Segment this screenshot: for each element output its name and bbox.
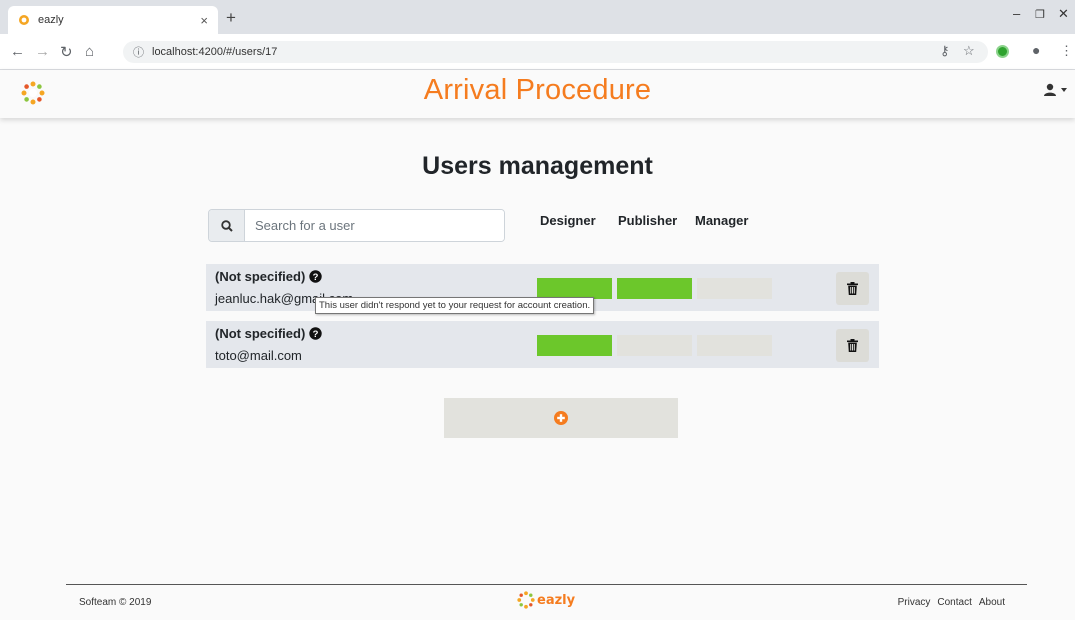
user-name-text: (Not specified) (215, 269, 306, 284)
user-name-text: (Not specified) (215, 326, 306, 341)
footer-links: Privacy Contact About (898, 597, 1005, 608)
user-search (208, 209, 505, 242)
eazly-favicon-icon (19, 15, 29, 25)
add-user-button[interactable] (444, 398, 678, 438)
question-circle-icon[interactable]: ? (309, 327, 322, 340)
browser-tab-bar: eazly × + – ❐ ✕ (0, 0, 1075, 34)
browser-tab[interactable]: eazly × (8, 6, 218, 34)
app-title: Arrival Procedure (423, 74, 652, 106)
footer-divider (66, 584, 1027, 585)
column-header-publisher: Publisher (618, 213, 678, 228)
role-toggle-manager[interactable] (697, 278, 772, 299)
bookmark-star-icon[interactable]: ☆ (963, 43, 975, 59)
tab-title: eazly (38, 14, 64, 26)
user-name: (Not specified) ? (215, 269, 322, 284)
browser-menu-icon[interactable]: ⋮ (1060, 43, 1073, 59)
svg-text:?: ? (313, 329, 319, 340)
address-bar[interactable]: ⓘ localhost:4200/#/users/17 (123, 41, 988, 63)
user-icon (1044, 83, 1056, 96)
url-text: localhost:4200/#/users/17 (152, 46, 278, 58)
user-name: (Not specified) ? (215, 326, 322, 341)
user-email: toto@mail.com (215, 348, 302, 363)
extension-status-icon[interactable] (996, 45, 1009, 58)
svg-text:?: ? (313, 272, 319, 283)
tab-close-button[interactable]: × (200, 13, 208, 28)
key-icon[interactable]: ⚷ (940, 43, 950, 59)
question-circle-icon[interactable]: ? (309, 270, 322, 283)
restore-button[interactable]: ❐ (1035, 8, 1045, 21)
back-arrow-icon[interactable]: ← (10, 43, 25, 60)
delete-user-button[interactable] (836, 329, 869, 362)
role-toggle-designer[interactable] (537, 335, 612, 356)
user-row: (Not specified) ? toto@mail.com (206, 321, 879, 368)
contact-link[interactable]: Contact (937, 597, 971, 608)
footer-copyright: Softeam © 2019 (79, 597, 152, 608)
footer-logo-text: eazly (537, 592, 576, 608)
profile-icon[interactable]: ● (1032, 42, 1040, 58)
minimize-button[interactable]: – (1013, 6, 1020, 21)
caret-down-icon (1061, 88, 1067, 92)
new-tab-button[interactable]: + (226, 8, 236, 28)
role-toggle-publisher[interactable] (617, 278, 692, 299)
trash-icon (847, 282, 858, 295)
plus-circle-icon (554, 411, 568, 425)
reload-icon[interactable]: ↻ (60, 43, 73, 61)
footer-logo[interactable]: eazly (517, 591, 575, 609)
role-toggle-manager[interactable] (697, 335, 772, 356)
role-toggle-publisher[interactable] (617, 335, 692, 356)
trash-icon (847, 339, 858, 352)
column-header-manager: Manager (695, 213, 749, 228)
close-window-button[interactable]: ✕ (1058, 6, 1069, 22)
home-icon[interactable]: ⌂ (85, 43, 94, 60)
pending-account-tooltip: This user didn't respond yet to your req… (315, 297, 595, 314)
column-header-designer: Designer (540, 213, 596, 228)
about-link[interactable]: About (979, 597, 1005, 608)
browser-toolbar: ← → ↻ ⌂ ⓘ localhost:4200/#/users/17 ⚷ ☆ … (0, 34, 1075, 70)
search-icon (209, 210, 245, 241)
eazly-logo-icon (517, 591, 535, 609)
app-header: Arrival Procedure (0, 70, 1075, 118)
privacy-link[interactable]: Privacy (898, 597, 931, 608)
site-info-icon[interactable]: ⓘ (133, 44, 144, 60)
user-menu-button[interactable] (1043, 83, 1067, 97)
role-toggle-designer[interactable] (537, 278, 612, 299)
search-input[interactable] (245, 210, 504, 241)
forward-arrow-icon[interactable]: → (35, 43, 50, 60)
page-title: Users management (422, 152, 653, 180)
delete-user-button[interactable] (836, 272, 869, 305)
